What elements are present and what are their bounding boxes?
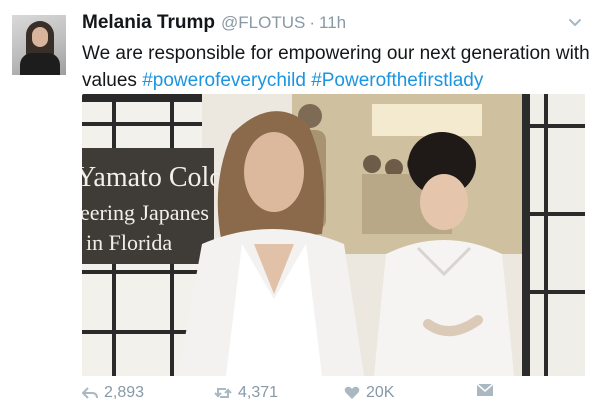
display-name[interactable]: Melania Trump: [82, 12, 215, 34]
shoji-panel-right: [522, 94, 585, 376]
tweet-text: We are responsible for empowering our ne…: [82, 40, 590, 94]
dm-action[interactable]: [477, 384, 493, 396]
chevron-down-icon[interactable]: [568, 18, 582, 28]
tweet-photo[interactable]: Yamato Colo eering Japanes in Florida: [82, 94, 585, 376]
sign-text-2: eering Japanes: [82, 200, 209, 225]
background-photo-panel: [292, 94, 522, 254]
reply-count: 2,893: [104, 384, 145, 401]
tweet-text-line-2: values #powerofeverychild #Powerofthefir…: [82, 67, 587, 94]
like-count: 20K: [366, 384, 395, 401]
retweet-icon: [214, 388, 232, 398]
retweet-action[interactable]: 4,371: [214, 384, 278, 402]
avatar-face: [32, 27, 48, 47]
reply-icon: [82, 387, 98, 399]
sign-text-1: Yamato Colo: [82, 162, 223, 193]
heart-icon: [344, 386, 360, 399]
sign-text-3: in Florida: [86, 230, 172, 255]
tweet-text-line-1: We are responsible for empowering our ne…: [82, 43, 590, 64]
tweet-header: Melania Trump @FLOTUS · 11h: [82, 12, 346, 36]
tweet-text-word: values: [82, 70, 137, 91]
envelope-icon: [477, 384, 493, 396]
timestamp[interactable]: 11h: [319, 13, 346, 33]
user-handle[interactable]: @FLOTUS: [221, 13, 305, 33]
avatar-body: [20, 53, 60, 75]
avatar[interactable]: [12, 15, 66, 75]
retweet-count: 4,371: [238, 384, 279, 401]
hashtag-link-1[interactable]: #powerofeverychild: [142, 70, 306, 91]
hashtag-link-2[interactable]: #Powerofthefirstlady: [311, 70, 483, 91]
like-action[interactable]: 20K: [344, 384, 394, 402]
separator-dot: ·: [309, 13, 316, 32]
tweet-actions: 2,893 4,371 20K: [82, 384, 502, 404]
photo-scene: Yamato Colo eering Japanes in Florida: [82, 94, 585, 376]
reply-action[interactable]: 2,893: [82, 384, 144, 402]
